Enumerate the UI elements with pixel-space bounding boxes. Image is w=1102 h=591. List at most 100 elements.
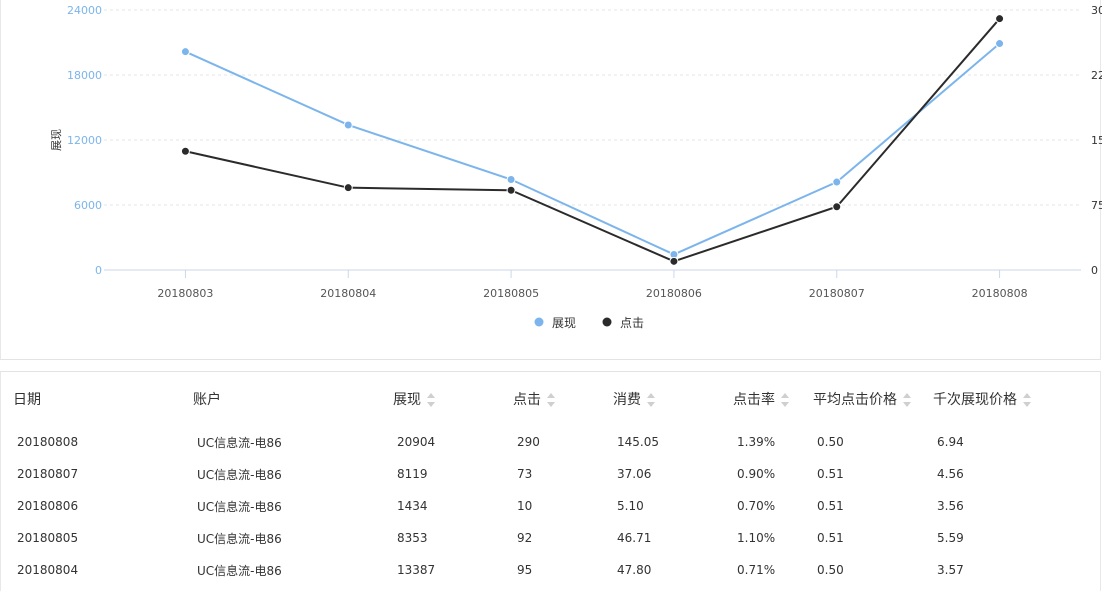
data-point [180, 47, 190, 57]
data-point [995, 14, 1005, 24]
table-cell: 5.10 [617, 499, 644, 513]
table-cell: 20180804 [17, 563, 79, 577]
table-cell: 92 [517, 531, 533, 545]
column-header: 账户 [181, 372, 381, 426]
table-cell: 6.94 [937, 435, 964, 449]
legend-marker [534, 317, 544, 327]
line-chart: 0 6000 12000 18000 24000 0 75 15 22 30 20180803 201… [50, 4, 1102, 330]
column-header[interactable]: 点击率 [721, 372, 801, 426]
table-cell: 3.56 [937, 499, 964, 513]
table-cell: 20180808 [17, 435, 79, 449]
table-cell: UC信息流-电86 [197, 563, 282, 578]
column-header-label: 消费 [613, 392, 641, 408]
column-header-label: 千次展现价格 [933, 392, 1017, 408]
table-cell: 73 [517, 467, 533, 481]
sort-icon[interactable] [547, 393, 555, 407]
data-table-panel: 日期 账户 展现 点击 消费 点击率 平均点击价格 千次展现价格 20180808 UC信息流-… [0, 371, 1101, 591]
data-point [832, 202, 842, 212]
y-right-tick-label: 75 [1091, 199, 1102, 212]
table-body: 20180808 UC信息流-电86 20904 290 145.05 1.39% 0.50… [1, 426, 1100, 586]
data-table: 日期 账户 展现 点击 消费 点击率 平均点击价格 千次展现价格 20180808 UC信息流-… [1, 372, 1100, 586]
table-cell: 1.10% [737, 531, 776, 545]
table-cell: 1434 [397, 499, 428, 513]
table-cell: 20180807 [17, 467, 79, 481]
column-header[interactable]: 展现 [381, 372, 501, 426]
y-right-tick-label: 15 [1091, 134, 1102, 147]
table-cell: 290 [517, 435, 540, 449]
y-left-tick-label: 0 [95, 264, 102, 277]
table-cell: 0.71% [737, 563, 776, 577]
y-left-tick-label: 12000 [67, 134, 102, 147]
table-cell: 13387 [397, 563, 436, 577]
y-right-tick-label: 30 [1091, 4, 1102, 17]
table-cell: UC信息流-电86 [197, 531, 282, 546]
legend-marker [602, 317, 612, 327]
table-cell: 47.80 [617, 563, 652, 577]
data-point [669, 256, 679, 266]
table-cell: 20904 [397, 435, 436, 449]
table-cell: UC信息流-电86 [197, 499, 282, 514]
column-header-label: 展现 [393, 392, 421, 408]
y-left-tick-label: 18000 [67, 69, 102, 82]
y-right-tick-label: 0 [1091, 264, 1098, 277]
table-cell: 3.57 [937, 563, 964, 577]
table-cell: 0.90% [737, 467, 776, 481]
table-cell: 5.59 [937, 531, 964, 545]
column-header-label: 点击率 [733, 392, 775, 408]
sort-icon[interactable] [647, 393, 655, 407]
table-cell: 95 [517, 563, 533, 577]
x-tick-label: 20180808 [972, 287, 1028, 300]
data-point [506, 185, 516, 195]
column-header-label: 账户 [193, 392, 221, 408]
table-cell: 0.51 [817, 531, 844, 545]
legend-label: 展现 [552, 316, 576, 330]
sort-icon[interactable] [427, 393, 435, 407]
column-header-label: 日期 [13, 392, 41, 408]
table-cell: 0.51 [817, 499, 844, 513]
table-cell: 4.56 [937, 467, 964, 481]
table-cell: 8119 [397, 467, 428, 481]
table-row: 20180806 UC信息流-电86 1434 10 5.10 0.70% 0.51 3.56 [1, 490, 1100, 522]
column-header[interactable]: 消费 [601, 372, 721, 426]
table-cell: 8353 [397, 531, 428, 545]
x-tick-label: 20180807 [809, 287, 865, 300]
table-cell: 0.50 [817, 563, 844, 577]
data-point [832, 177, 842, 187]
column-header[interactable]: 千次展现价格 [921, 372, 1100, 426]
table-row: 20180808 UC信息流-电86 20904 290 145.05 1.39% 0.50… [1, 426, 1100, 458]
sort-icon[interactable] [1023, 393, 1031, 407]
x-tick-label: 20180804 [320, 287, 376, 300]
table-cell: 20180806 [17, 499, 79, 513]
data-point [995, 39, 1005, 49]
y-left-axis-title: 展现 [50, 129, 63, 151]
table-cell: 0.51 [817, 467, 844, 481]
x-tick-label: 20180803 [157, 287, 213, 300]
table-row: 20180807 UC信息流-电86 8119 73 37.06 0.90% 0.51 4.5… [1, 458, 1100, 490]
table-cell: 10 [517, 499, 533, 513]
table-cell: 46.71 [617, 531, 652, 545]
data-point [343, 183, 353, 193]
y-left-tick-label: 6000 [74, 199, 102, 212]
column-header: 日期 [1, 372, 181, 426]
y-right-tick-label: 22 [1091, 69, 1102, 82]
table-header-row: 日期 账户 展现 点击 消费 点击率 平均点击价格 千次展现价格 [1, 372, 1100, 426]
data-point [343, 120, 353, 130]
table-cell: 37.06 [617, 467, 652, 481]
table-row: 20180805 UC信息流-电86 8353 92 46.71 1.10% 0.51 5.5… [1, 522, 1100, 554]
data-point [180, 146, 190, 156]
chart-panel: 0 6000 12000 18000 24000 0 75 15 22 30 20180803 201… [0, 0, 1102, 360]
table-cell: 0.70% [737, 499, 776, 513]
column-header[interactable]: 平均点击价格 [801, 372, 921, 426]
table-cell: UC信息流-电86 [197, 435, 282, 450]
y-left-tick-label: 24000 [67, 4, 102, 17]
table-row: 20180804 UC信息流-电86 13387 95 47.80 0.71% 0.50 3.… [1, 554, 1100, 586]
column-header-label: 点击 [513, 392, 541, 408]
table-cell: 1.39% [737, 435, 776, 449]
column-header-label: 平均点击价格 [813, 392, 897, 408]
sort-icon[interactable] [781, 393, 789, 407]
sort-icon[interactable] [903, 393, 911, 407]
table-cell: 0.50 [817, 435, 844, 449]
column-header[interactable]: 点击 [501, 372, 601, 426]
data-point [506, 175, 516, 185]
table-cell: 20180805 [17, 531, 79, 545]
